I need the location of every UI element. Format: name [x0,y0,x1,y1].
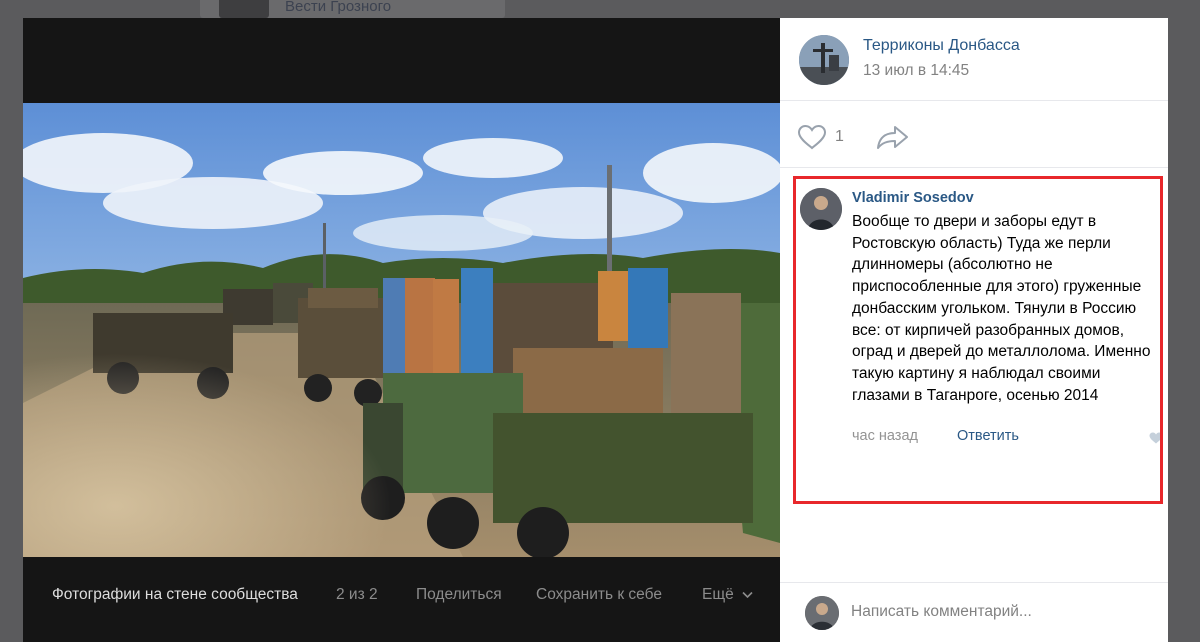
current-user-avatar-image [805,596,839,630]
divider [780,100,1168,101]
more-menu[interactable]: Ещё [702,586,753,604]
like-button[interactable]: 1 [797,122,857,150]
backdrop-edge [1168,0,1200,642]
current-user-avatar [805,596,839,630]
group-avatar[interactable] [799,35,849,85]
highlight-frame [793,176,1163,504]
divider [780,582,1168,583]
chevron-down-icon [742,586,753,604]
heart-icon [797,124,827,155]
post-date[interactable]: 13 июл в 14:45 [863,62,969,80]
feed-card-title: Вести Грозного [285,0,392,15]
photo-counter: 2 из 2 [336,586,378,603]
group-avatar-image [799,35,849,85]
share-arrow-icon [876,124,910,155]
share-photo-link[interactable]: Поделиться [416,586,502,604]
like-count: 1 [835,128,844,145]
photo-image [23,103,780,557]
save-photo-link[interactable]: Сохранить к себе [536,586,662,604]
share-button[interactable] [876,122,910,150]
photo[interactable] [23,103,780,557]
photo-viewer [23,18,780,642]
divider [780,167,1168,168]
feed-card-avatar [219,0,269,18]
comment-input[interactable]: Написать комментарий... [851,603,1032,621]
group-name-link[interactable]: Терриконы Донбасса [863,37,1020,55]
album-title[interactable]: Фотографии на стене сообщества [52,586,298,604]
more-label: Ещё [702,586,734,603]
